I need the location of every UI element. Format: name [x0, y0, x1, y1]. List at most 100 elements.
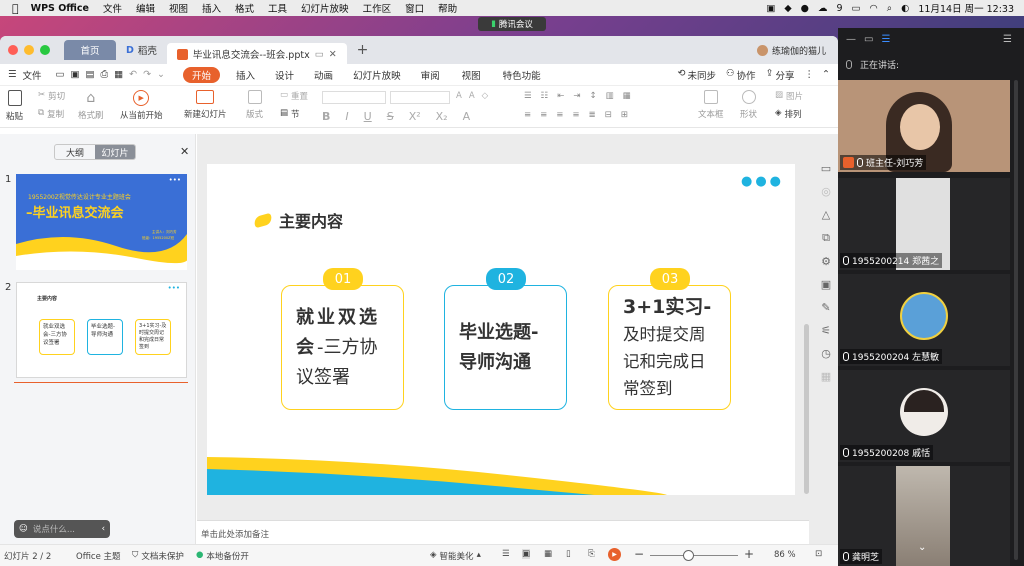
tab-slideshow[interactable]: 幻灯片放映	[353, 68, 401, 82]
menu-window[interactable]: 窗口	[405, 1, 424, 15]
zoom-in-icon[interactable]: +	[744, 547, 754, 561]
menu-view[interactable]: 视图	[169, 1, 188, 15]
presenter-icon[interactable]: ⎘	[588, 549, 595, 559]
chat-collapse-icon[interactable]: ‹	[102, 524, 105, 534]
file-menu[interactable]: 文件	[23, 68, 42, 82]
tool-adjust-icon[interactable]: ⚟	[821, 324, 831, 337]
text-direction-icon[interactable]: ▥	[606, 91, 614, 101]
new-tab-icon[interactable]: +	[357, 42, 369, 58]
sync-status[interactable]: ⟲ 未同步	[678, 68, 716, 82]
menu-insert[interactable]: 插入	[202, 1, 221, 15]
undo-icon[interactable]: ↶	[129, 69, 137, 80]
tab-start[interactable]: 开始	[183, 66, 221, 83]
italic-icon[interactable]: I	[345, 110, 348, 123]
minimize-window-button[interactable]	[24, 45, 34, 55]
control-center-icon[interactable]: ◐	[901, 3, 909, 14]
wifi-icon[interactable]: ◠	[869, 3, 877, 14]
print-icon[interactable]: ⎙	[101, 69, 109, 80]
tool-settings-icon[interactable]: ⚙	[821, 255, 831, 268]
tool-copy-icon[interactable]: ◎	[821, 185, 831, 198]
close-window-button[interactable]	[8, 45, 18, 55]
new-slide-button[interactable]: 新建幻灯片	[184, 90, 227, 120]
vertical-align-icon[interactable]: ⊟	[605, 110, 612, 120]
menu-format[interactable]: 格式	[235, 1, 254, 15]
shape-button[interactable]: 形状	[740, 90, 757, 120]
tab-design[interactable]: 设计	[275, 68, 294, 82]
line-spacing-icon[interactable]: ↕	[590, 91, 597, 101]
tool-history-icon[interactable]: ◷	[821, 347, 831, 360]
meeting-indicator[interactable]: ▮ 腾讯会议	[478, 17, 546, 31]
bold-icon[interactable]: B	[322, 110, 330, 123]
bullets-icon[interactable]: ☰	[524, 91, 532, 101]
bell-icon[interactable]: ◆	[784, 3, 791, 14]
sorter-view-icon[interactable]: ▦	[544, 549, 552, 559]
export-pdf-icon[interactable]: ▤	[86, 69, 95, 80]
text-box-align-icon[interactable]: ⊞	[621, 110, 628, 120]
theme-name[interactable]: Office 主题	[76, 550, 121, 562]
underline-icon[interactable]: U	[364, 110, 372, 123]
search-icon[interactable]: ⌕	[887, 3, 892, 14]
font-color-icon[interactable]: A	[463, 110, 471, 123]
subscript-icon[interactable]: X₂	[436, 110, 448, 123]
beautify-button[interactable]: ◈ 智能美化 ▴	[430, 550, 481, 562]
notes-toggle-icon[interactable]: ☰	[502, 549, 510, 559]
tool-layout-icon[interactable]: ▭	[821, 162, 831, 175]
font-size-select[interactable]	[390, 91, 450, 104]
more-options-icon[interactable]: ⋮	[805, 69, 815, 80]
user-account[interactable]: 练瑜伽的猫儿	[756, 44, 826, 57]
vertical-scrollbar[interactable]	[804, 324, 809, 494]
tab-close-icon[interactable]: ✕	[329, 49, 337, 60]
cloud-icon[interactable]: ☁	[818, 3, 828, 14]
tab-view[interactable]: 视图	[462, 68, 481, 82]
tool-shapes-icon[interactable]: ▣	[821, 278, 831, 291]
participant-tile-2[interactable]: 1955200214 郑茜之	[838, 178, 1010, 270]
arrange-button[interactable]: ◈ 排列	[775, 108, 802, 120]
tab-outline[interactable]: 大纲	[55, 145, 95, 159]
distribute-icon[interactable]: ≣	[589, 110, 596, 120]
reset-button[interactable]: ▭ 重置	[280, 90, 308, 102]
chat-input[interactable]: ☺ 说点什么... ‹	[14, 520, 110, 538]
cut-button[interactable]: ✂ 剪切	[38, 90, 65, 102]
current-slide[interactable]: ●●● 主要内容 01 就业双选会-三方协议签署 02 毕业选题-导师沟通 03…	[207, 164, 795, 495]
layout-button[interactable]: 版式	[246, 90, 263, 120]
strikethrough-icon[interactable]: S	[387, 110, 394, 123]
status-icon[interactable]: ▣	[766, 3, 775, 14]
format-painter-button[interactable]: ⌂ 格式刷	[78, 90, 104, 121]
layout-panel-icon[interactable]: ▭	[864, 34, 873, 45]
tab-home[interactable]: 首页	[64, 40, 116, 60]
numbering-icon[interactable]: ☷	[541, 91, 549, 101]
menu-help[interactable]: 帮助	[438, 1, 457, 15]
zoom-window-button[interactable]	[40, 45, 50, 55]
tab-review[interactable]: 审阅	[421, 68, 440, 82]
menu-slideshow[interactable]: 幻灯片放映	[301, 1, 349, 15]
slide-thumbnail-2[interactable]: 主要内容 就业双选会-三方协议签署 毕业选题-导师沟通 3+1实习-及时提交周记…	[16, 282, 187, 378]
close-panel-icon[interactable]: ✕	[180, 145, 189, 158]
tab-window-icon[interactable]: ▭	[315, 49, 324, 60]
preview-icon[interactable]: ▦	[114, 69, 123, 80]
tab-insert[interactable]: 插入	[236, 68, 255, 82]
tab-slides[interactable]: 幻灯片	[95, 145, 135, 159]
clock[interactable]: 11月14日 周一 12:33	[918, 1, 1014, 15]
collab-button[interactable]: ⚇ 协作	[726, 68, 756, 82]
battery-status[interactable]: 9	[836, 3, 842, 14]
align-center-icon[interactable]: ≡	[540, 110, 547, 120]
picture-button[interactable]: ▨ 图片	[775, 90, 803, 102]
save-icon[interactable]: ▣	[71, 69, 80, 80]
redo-icon[interactable]: ↷	[143, 69, 151, 80]
participant-tile-1[interactable]: 班主任-刘巧芳	[838, 80, 1010, 172]
emoji-icon[interactable]: ☺	[19, 524, 28, 534]
indent-icon[interactable]: ⇤	[557, 91, 564, 101]
play-slideshow-icon[interactable]: ▶	[608, 548, 621, 561]
zoom-out-icon[interactable]: −	[634, 547, 644, 561]
minimize-panel-icon[interactable]: —	[846, 34, 856, 45]
font-name-select[interactable]	[322, 91, 386, 104]
play-from-current-button[interactable]: ▶ 从当前开始	[120, 90, 163, 121]
backup-status[interactable]: ● 本地备份开	[196, 550, 249, 562]
tool-image-icon[interactable]: ▦	[821, 370, 831, 383]
protect-status[interactable]: ⛉ 文档未保护	[132, 550, 184, 562]
share-button[interactable]: ⇪ 分享	[766, 68, 795, 82]
apple-icon[interactable]: 	[12, 2, 19, 15]
menu-workspace[interactable]: 工作区	[363, 1, 392, 15]
align-right-icon[interactable]: ≡	[556, 110, 563, 120]
participant-tile-4[interactable]: 1955200208 戚恬	[838, 370, 1010, 462]
